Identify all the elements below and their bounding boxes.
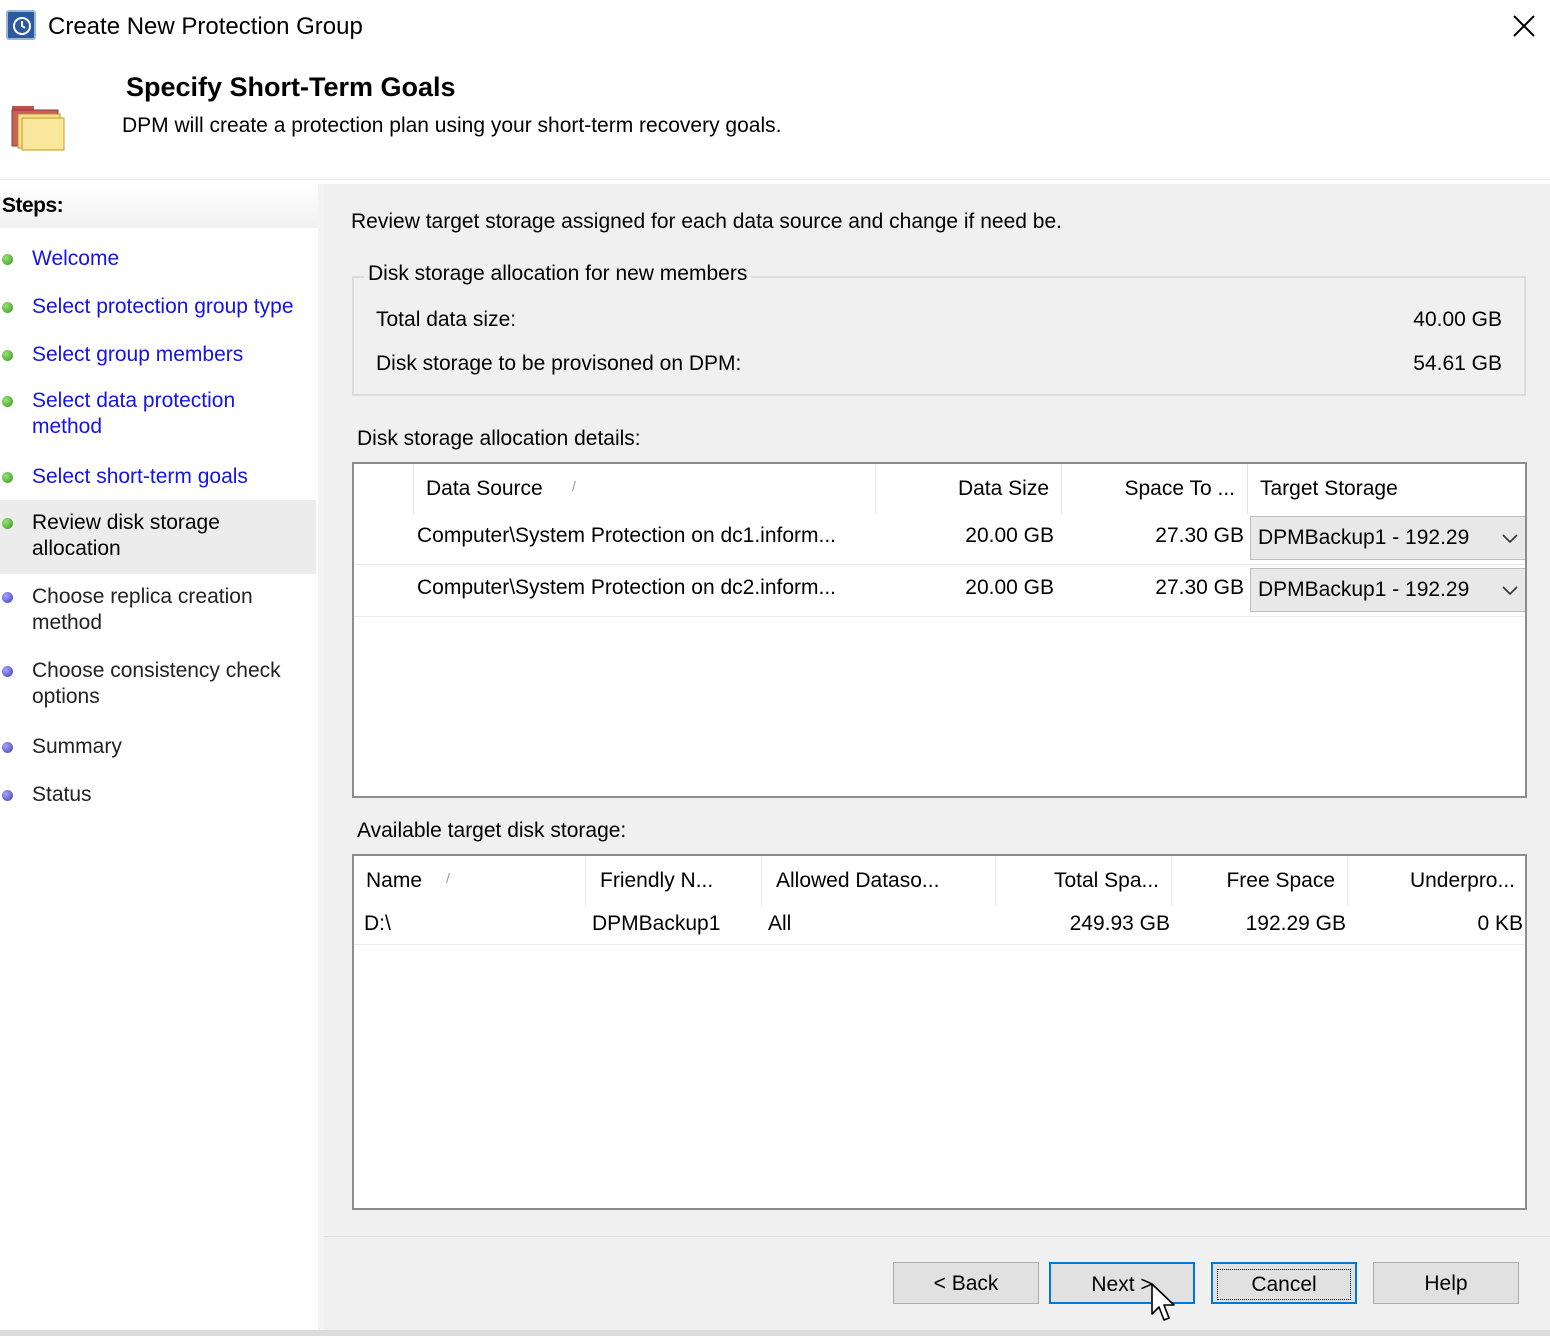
total-data-size-value: 40.00 GB [1302,308,1502,332]
cell-data-source: Computer\System Protection on dc1.inform… [417,524,867,548]
step-label: Summary [32,734,302,760]
column-header-total-space[interactable]: Total Spa... [996,856,1172,906]
steps-title: Steps: [0,184,318,228]
column-header-blank [354,464,414,514]
folder-icon [10,102,66,152]
target-storage-dropdown[interactable]: DPMBackup1 - 192.29 [1250,516,1526,560]
step-pending-icon [2,592,13,603]
step-pending-icon [2,790,13,801]
new-members-groupbox: Total data size: 40.00 GB Disk storage t… [352,276,1526,396]
sort-indicator-icon: / [446,856,450,903]
column-label: Data Source [426,477,543,500]
column-header-data-size[interactable]: Data Size [876,464,1062,514]
back-button[interactable]: < Back [893,1262,1039,1304]
page-subtitle: DPM will create a protection plan using … [122,114,781,138]
step-label: Review disk storage allocation [32,510,252,562]
step-choose-consistency-check-options: Choose consistency check options [0,658,316,714]
list-header: Name / Friendly N... Allowed Dataso... To… [354,856,1525,906]
steps-sidebar: Steps: Welcome Select protection group t… [0,184,318,1330]
new-members-legend: Disk storage allocation for new members [364,262,751,286]
step-status: Status [0,782,316,812]
column-header-free-space[interactable]: Free Space [1172,856,1348,906]
column-header-name[interactable]: Name / [354,856,586,906]
cell-allowed-datasources: All [768,912,968,936]
row-divider [354,564,1525,565]
step-label: Welcome [32,246,302,272]
target-storage-dropdown[interactable]: DPMBackup1 - 192.29 [1250,568,1526,612]
step-select-protection-group-type[interactable]: Select protection group type [0,294,316,324]
available-storage-list[interactable]: Name / Friendly N... Allowed Dataso... To… [352,854,1527,1210]
step-label: Select protection group type [32,294,302,320]
cell-name: D:\ [364,912,564,936]
cell-underprovisioned: 0 KB [1348,912,1523,936]
chevron-down-icon [1501,531,1519,545]
step-pending-icon [2,742,13,753]
cell-data-size: 20.00 GB [876,524,1054,548]
step-label: Choose consistency check options [32,658,302,710]
step-choose-replica-creation-method: Choose replica creation method [0,584,316,640]
cell-data-source: Computer\System Protection on dc2.inform… [417,576,867,600]
column-label: Name [366,869,422,892]
column-header-friendly-name[interactable]: Friendly N... [586,856,762,906]
sort-indicator-icon: / [572,464,576,511]
step-select-short-term-goals[interactable]: Select short-term goals [0,464,316,494]
cancel-button[interactable]: Cancel [1211,1262,1357,1304]
cancel-label: Cancel [1221,1273,1346,1296]
dropdown-value: DPMBackup1 - 192.29 [1258,578,1469,601]
dropdown-value: DPMBackup1 - 192.29 [1258,526,1469,549]
step-complete-icon [2,518,13,529]
row-divider [354,944,1525,945]
step-complete-icon [2,302,13,313]
step-label: Status [32,782,302,808]
cell-space-to: 27.30 GB [1062,524,1244,548]
step-welcome[interactable]: Welcome [0,246,316,276]
cell-friendly-name: DPMBackup1 [592,912,762,936]
step-pending-icon [2,666,13,677]
page-title: Specify Short-Term Goals [126,72,456,103]
footer-separator [324,1236,1550,1237]
step-complete-icon [2,350,13,361]
details-label: Disk storage allocation details: [357,427,641,451]
cell-data-size: 20.00 GB [876,576,1054,600]
total-data-size-label: Total data size: [376,308,516,332]
dpm-app-icon [6,10,36,40]
main-content: Review target storage assigned for each … [324,184,1550,1330]
step-summary: Summary [0,734,316,764]
row-divider [354,616,1525,617]
column-header-underprovisioned[interactable]: Underpro... [1348,856,1525,906]
available-storage-label: Available target disk storage: [357,819,626,843]
column-header-data-source[interactable]: Data Source / [414,464,876,514]
column-header-target-storage[interactable]: Target Storage [1248,464,1527,514]
provision-label: Disk storage to be provisoned on DPM: [376,352,741,376]
column-header-space-to[interactable]: Space To ... [1062,464,1248,514]
step-select-data-protection-method[interactable]: Select data protection method [0,388,316,444]
window-bottom-border [0,1330,1550,1336]
step-label: Choose replica creation method [32,584,272,636]
provision-value: 54.61 GB [1302,352,1502,376]
step-review-disk-storage-allocation[interactable]: Review disk storage allocation [0,500,316,574]
step-complete-icon [2,472,13,483]
intro-text: Review target storage assigned for each … [351,210,1062,234]
window-title: Create New Protection Group [48,13,363,41]
list-header: Data Source / Data Size Space To ... Targ… [354,464,1525,514]
wizard-header: Specify Short-Term Goals DPM will create… [0,56,1550,180]
allocation-details-list[interactable]: Data Source / Data Size Space To ... Targ… [352,462,1527,798]
step-label: Select data protection method [32,388,262,440]
step-select-group-members[interactable]: Select group members [0,342,316,372]
help-button[interactable]: Help [1373,1262,1519,1304]
title-bar: Create New Protection Group [0,0,1550,56]
step-complete-icon [2,254,13,265]
close-icon [1513,15,1535,37]
cell-space-to: 27.30 GB [1062,576,1244,600]
column-header-allowed-datasources[interactable]: Allowed Dataso... [762,856,996,906]
chevron-down-icon [1501,583,1519,597]
cell-free-space: 192.29 GB [1172,912,1346,936]
mouse-pointer-icon [1150,1282,1180,1324]
close-button[interactable] [1502,4,1546,48]
step-label: Select group members [32,342,302,368]
step-complete-icon [2,396,13,407]
cell-total-space: 249.93 GB [996,912,1170,936]
step-label: Select short-term goals [32,464,302,490]
